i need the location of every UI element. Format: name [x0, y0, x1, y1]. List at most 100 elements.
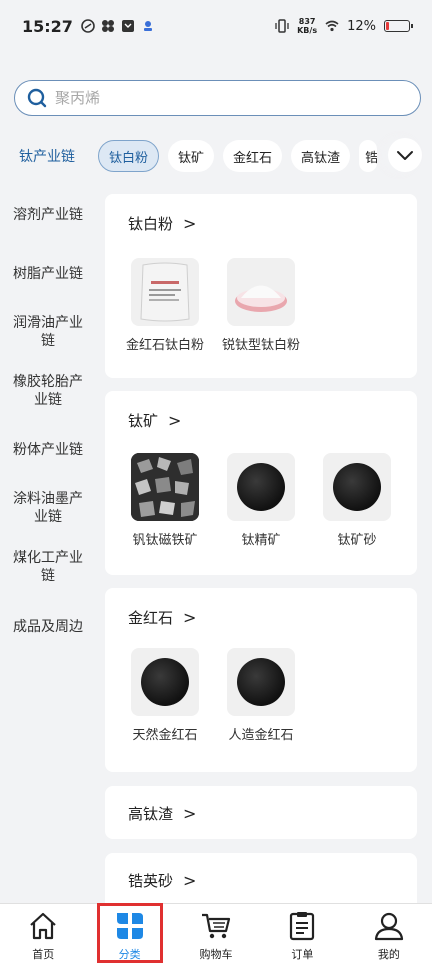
tab-home[interactable]: 首页: [0, 904, 86, 964]
sidebar-item-lubricant[interactable]: 润滑油产业链: [0, 314, 96, 350]
net-speed: 837 KB/s: [297, 17, 317, 35]
tab-label: 分类: [118, 948, 141, 961]
product-item[interactable]: 锐钛型钛白粉: [213, 258, 309, 353]
expand-chips-button[interactable]: [388, 138, 422, 172]
tab-label: 购物车: [199, 948, 233, 961]
tab-category[interactable]: 分类: [86, 903, 172, 964]
black-powder-icon: [333, 463, 381, 511]
product-image: [227, 453, 295, 521]
search-input[interactable]: [55, 89, 395, 107]
product-item[interactable]: 钒钛磁铁矿: [117, 453, 213, 548]
status-notification-icons: [81, 19, 155, 33]
section-title: 钛矿: [128, 412, 159, 430]
cart-icon: [202, 913, 231, 939]
section-card: 钛白粉 > 金红石钛白粉 锐钛型钛白粉: [105, 194, 417, 378]
chevron-right-icon: >: [183, 214, 197, 233]
section-title-link[interactable]: 钛矿 >: [128, 410, 181, 431]
net-speed-unit: KB/s: [297, 26, 318, 35]
chip-high-titanium-slag[interactable]: 高钛渣: [291, 140, 351, 172]
section-card: 钛矿 > 钒钛磁铁矿 钛精矿 钛矿砂: [105, 391, 417, 575]
battery-percent: 12%: [347, 18, 376, 34]
chip-zircon[interactable]: 锆: [359, 140, 378, 172]
tab-label: 首页: [32, 948, 55, 961]
section-title-link[interactable]: 金红石 >: [128, 607, 196, 628]
tab-cart[interactable]: 购物车: [173, 904, 259, 964]
bottom-tab-bar: 首页 分类 购物车 订单 我的: [0, 903, 432, 964]
tab-label: 我的: [377, 948, 400, 961]
powder-bag-icon: [140, 262, 190, 322]
user-icon: [374, 912, 403, 941]
tab-orders[interactable]: 订单: [259, 904, 345, 964]
vibrate-icon: [275, 19, 289, 33]
product-label: 人造金红石: [228, 728, 294, 743]
subcategory-chips: 钛白粉 钛矿 金红石 高钛渣 锆: [98, 140, 380, 172]
order-icon: [290, 912, 315, 941]
product-item[interactable]: 金红石钛白粉: [117, 258, 213, 353]
app-notification-icon: [81, 19, 95, 33]
chip-titanium-ore[interactable]: 钛矿: [168, 140, 215, 172]
product-item[interactable]: 人造金红石: [213, 648, 309, 743]
ore-rocks-icon: [131, 453, 199, 521]
product-label: 钛精矿: [241, 533, 281, 548]
search-bar[interactable]: [14, 80, 421, 116]
black-powder-icon: [237, 463, 285, 511]
app-small-icon: [143, 21, 152, 31]
product-label: 钛矿砂: [337, 533, 377, 548]
fan-icon: [101, 20, 114, 32]
battery-icon: [384, 20, 413, 32]
black-powder-icon: [141, 658, 189, 706]
product-item[interactable]: 钛矿砂: [309, 453, 405, 548]
sidebar-item-finished-products[interactable]: 成品及周边: [0, 618, 96, 636]
status-right: 837 KB/s 12%: [275, 17, 413, 35]
product-label: 锐钛型钛白粉: [221, 338, 300, 353]
sidebar-item-solvent[interactable]: 溶剂产业链: [0, 206, 96, 224]
sidebar-item-rubber-tire[interactable]: 橡胶轮胎产业链: [0, 373, 96, 409]
section-title: 高钛渣: [128, 805, 174, 823]
sidebar-item-powder[interactable]: 粉体产业链: [0, 441, 96, 459]
sidebar-item-resin[interactable]: 树脂产业链: [0, 265, 96, 283]
status-bar: 15:27 837 KB/s 12%: [0, 0, 432, 52]
product-label: 金红石钛白粉: [125, 338, 204, 353]
tab-label: 订单: [291, 948, 314, 961]
category-icon: [116, 913, 143, 939]
status-time: 15:27: [22, 16, 73, 36]
product-image: [227, 648, 295, 716]
chevron-right-icon: >: [183, 804, 197, 823]
search-icon: [27, 88, 47, 108]
section-card: 高钛渣 >: [105, 786, 417, 839]
battery-level: [386, 22, 389, 30]
product-item[interactable]: 天然金红石: [117, 648, 213, 743]
sidebar-item-coating-ink[interactable]: 涂料油墨产业链: [0, 490, 96, 526]
chevron-right-icon: >: [183, 871, 197, 890]
wifi-icon: [325, 20, 339, 32]
chip-rutile[interactable]: 金红石: [223, 140, 283, 172]
section-title: 金红石: [128, 609, 174, 627]
product-label: 钒钛磁铁矿: [132, 533, 198, 548]
chevron-down-icon: [397, 151, 413, 160]
product-image: [323, 453, 391, 521]
white-powder-dish-icon: [235, 285, 287, 312]
message-icon: [121, 20, 134, 32]
product-image: [131, 648, 199, 716]
category-top-row: 钛产业链 钛白粉 钛矿 金红石 高钛渣 锆: [0, 138, 432, 174]
section-title-link[interactable]: 锆英砂 >: [128, 870, 196, 891]
sidebar-item-coal-chemical[interactable]: 煤化工产业链: [0, 549, 96, 585]
chevron-right-icon: >: [183, 608, 197, 627]
product-image: [131, 258, 199, 326]
chain-title[interactable]: 钛产业链: [0, 146, 98, 166]
section-card: 金红石 > 天然金红石 人造金红石: [105, 588, 417, 772]
section-title: 锆英砂: [128, 872, 174, 890]
black-powder-icon: [237, 658, 285, 706]
chip-titanium-white[interactable]: 钛白粉: [98, 140, 160, 172]
section-title-link[interactable]: 钛白粉 >: [128, 213, 196, 234]
tab-mine[interactable]: 我的: [346, 904, 432, 964]
section-title-link[interactable]: 高钛渣 >: [128, 803, 196, 824]
product-item[interactable]: 钛精矿: [213, 453, 309, 548]
chevron-right-icon: >: [168, 411, 182, 430]
home-icon: [30, 912, 56, 940]
product-image: [227, 258, 295, 326]
section-title: 钛白粉: [128, 215, 174, 233]
product-image: [131, 453, 199, 521]
net-speed-value: 837: [298, 17, 316, 26]
product-label: 天然金红石: [132, 728, 198, 743]
